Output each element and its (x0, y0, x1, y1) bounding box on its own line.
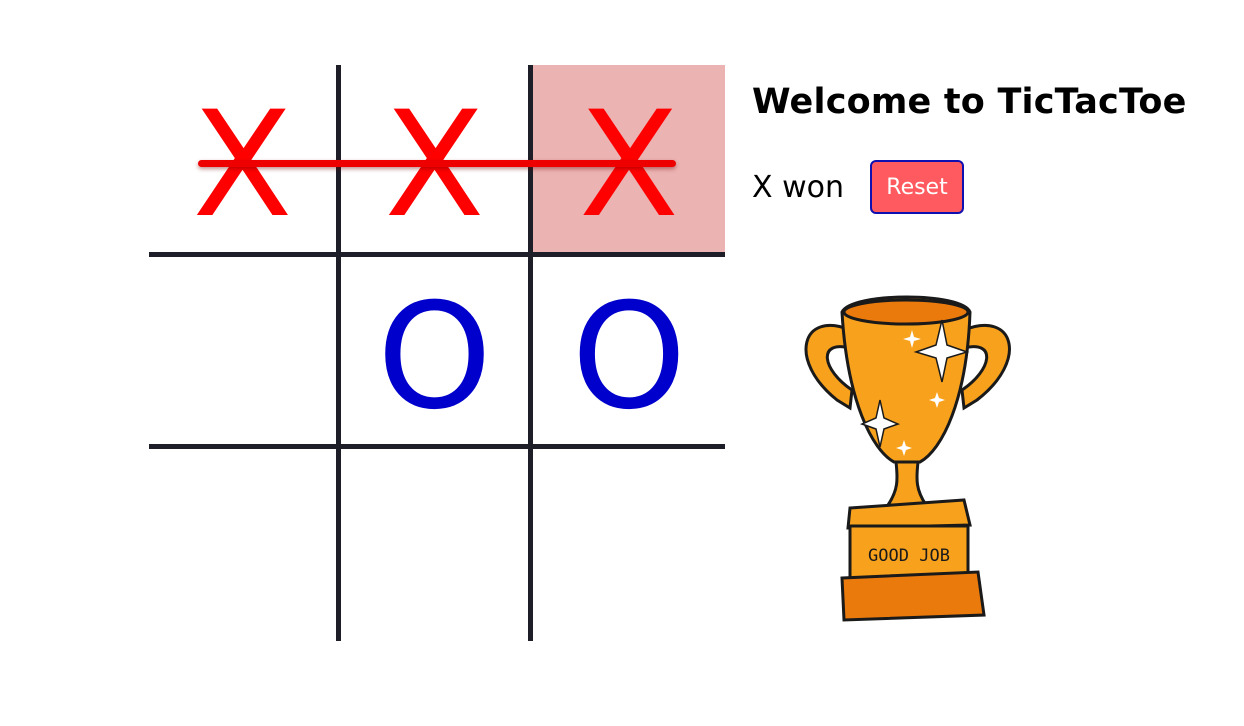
board-cell-9[interactable] (533, 449, 725, 641)
trophy-plaque-text: GOOD JOB (868, 546, 950, 566)
side-panel: Welcome to TicTacToe X won Reset (752, 78, 1232, 214)
board-cell-8[interactable] (341, 449, 533, 641)
board-cell-5[interactable]: O (341, 257, 533, 449)
page: X X X O O Welcome to TicTacToe X won Res… (0, 0, 1244, 726)
trophy-icon: GOOD JOB (804, 295, 1011, 622)
board-cell-1[interactable]: X (149, 65, 341, 257)
page-title: Welcome to TicTacToe (752, 82, 1187, 122)
cell-mark: X (384, 79, 485, 250)
game-status: X won (752, 169, 844, 205)
status-row: X won Reset (752, 160, 1232, 214)
board-cell-4[interactable] (149, 257, 341, 449)
board-cell-3[interactable]: X (533, 65, 725, 257)
board-cell-6[interactable]: O (533, 257, 725, 449)
game-board: X X X O O (149, 65, 725, 641)
board-cell-2[interactable]: X (341, 65, 533, 257)
reset-button[interactable]: Reset (870, 160, 964, 214)
cell-mark: X (192, 79, 293, 250)
cell-mark: O (571, 271, 687, 442)
cell-mark: X (578, 79, 680, 250)
cell-mark: O (377, 271, 492, 442)
board-cell-7[interactable] (149, 449, 341, 641)
